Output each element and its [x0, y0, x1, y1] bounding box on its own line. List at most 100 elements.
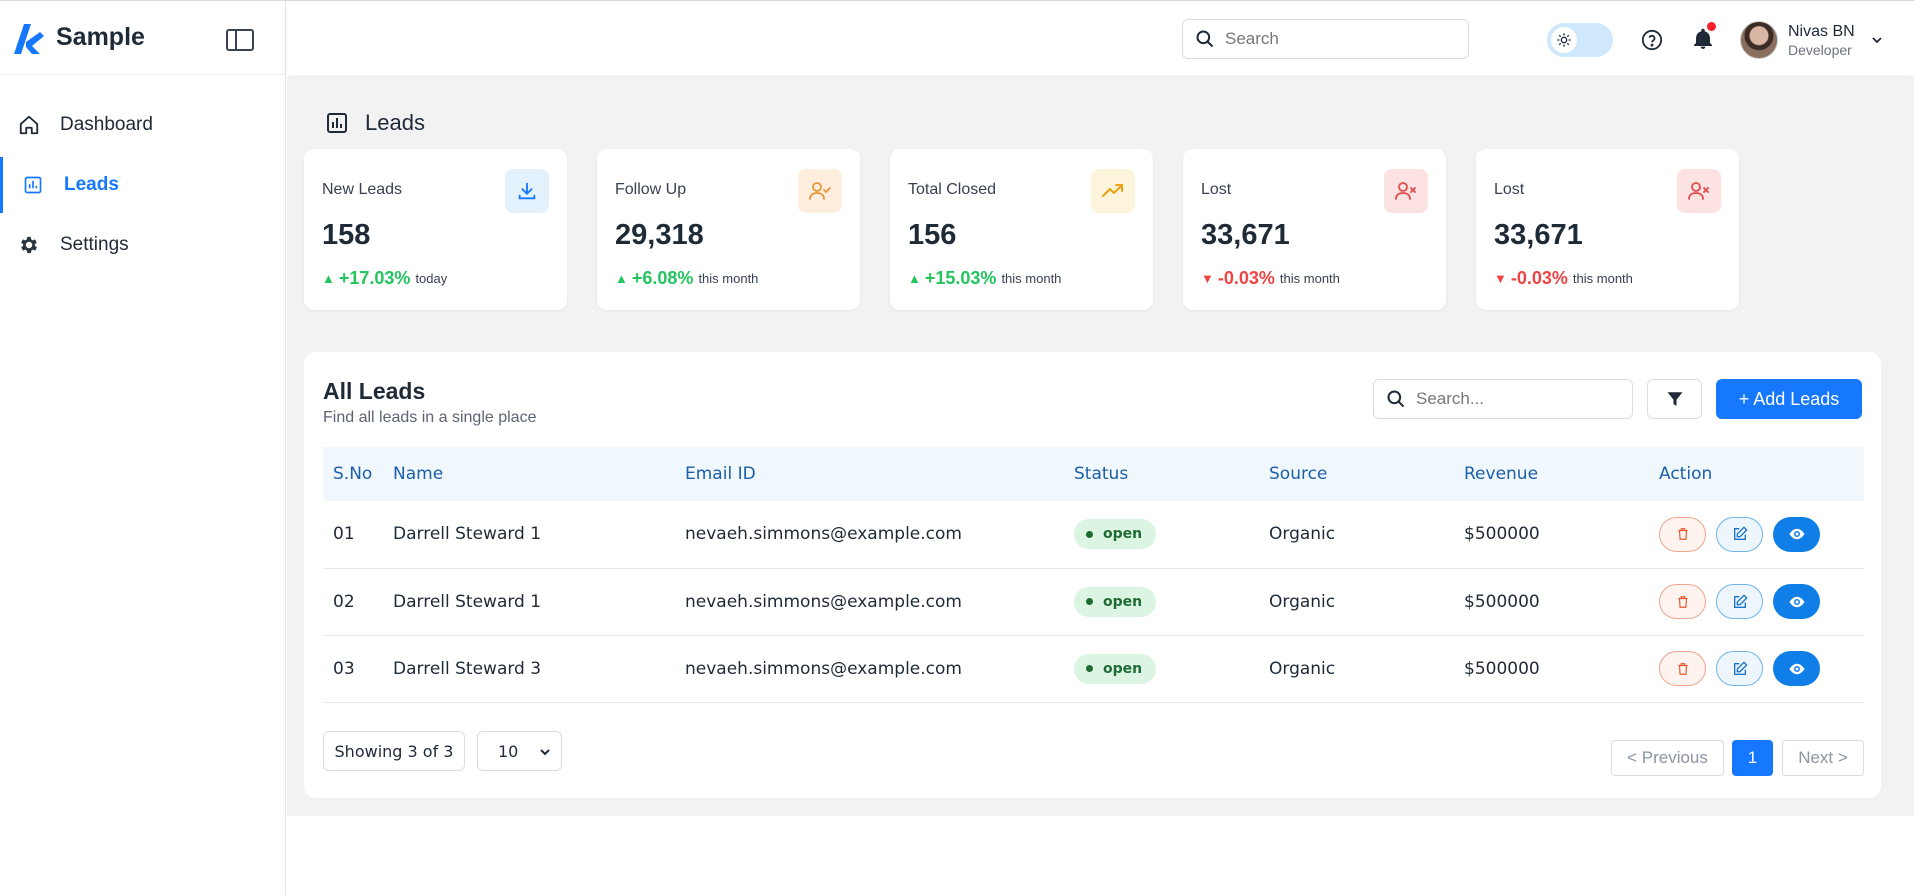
stat-value: 158: [322, 219, 371, 251]
sidebar-item-leads[interactable]: Leads: [0, 155, 285, 215]
status-text: open: [1103, 593, 1143, 610]
trash-icon: [1677, 662, 1688, 675]
sidebar-nav: Dashboard Leads Settings: [0, 95, 285, 275]
leads-table: S.No Name Email ID Status Source Revenue…: [323, 447, 1864, 703]
arrow-down-icon: ▼: [1494, 271, 1507, 286]
app-root: Sample Dashboard Leads Settings Search N…: [0, 0, 1914, 895]
cell-actions: [1659, 635, 1864, 703]
delete-button[interactable]: [1659, 516, 1706, 552]
eye-icon: [1789, 596, 1804, 607]
sidebar-item-label: Dashboard: [60, 114, 153, 135]
user-check-icon: [798, 169, 842, 213]
arrow-up-icon: ▲: [322, 271, 335, 286]
edit-button[interactable]: [1716, 651, 1763, 686]
column-header-email[interactable]: Email ID: [685, 447, 1074, 501]
edit-button[interactable]: [1716, 584, 1763, 619]
view-button[interactable]: [1773, 584, 1820, 619]
stat-period: this month: [1572, 271, 1633, 286]
user-name: Nivas BN: [1788, 22, 1855, 40]
add-leads-button[interactable]: + Add Leads: [1716, 379, 1862, 419]
cell-status: open: [1074, 568, 1269, 636]
page-size-value: 10: [498, 741, 519, 761]
cell-actions: [1659, 568, 1864, 636]
stat-trend: ▼ -0.03% this month: [1201, 268, 1428, 289]
edit-icon: [1733, 660, 1748, 675]
page-number-button[interactable]: 1: [1732, 740, 1773, 776]
row-actions: [1659, 584, 1864, 619]
stat-trend: ▲ +17.03% today: [322, 268, 549, 289]
brand-logo-icon: [14, 23, 44, 54]
eye-icon: [1789, 529, 1804, 540]
status-badge: open: [1074, 653, 1157, 684]
column-header-source[interactable]: Source: [1269, 447, 1464, 501]
user-x-icon: [1384, 169, 1428, 213]
stat-card-lost: Lost 33,671 ▼ -0.03% this month: [1476, 149, 1739, 310]
arrow-down-icon: ▼: [1201, 271, 1214, 286]
stat-value: 33,671: [1494, 219, 1583, 251]
cell-actions: [1659, 501, 1864, 569]
user-menu[interactable]: Nivas BN Developer: [1740, 20, 1883, 60]
cell-status: open: [1074, 501, 1269, 569]
search-icon: [1196, 30, 1214, 48]
previous-page-button[interactable]: < Previous: [1611, 740, 1724, 776]
panel-title: All Leads: [323, 378, 426, 404]
column-header-sno[interactable]: S.No: [323, 447, 393, 501]
delete-button[interactable]: [1659, 584, 1706, 619]
sidebar-item-settings[interactable]: Settings: [0, 215, 285, 275]
edit-button[interactable]: [1716, 516, 1763, 552]
next-page-button[interactable]: Next >: [1782, 740, 1864, 776]
help-icon[interactable]: [1641, 29, 1663, 51]
sidebar-item-dashboard[interactable]: Dashboard: [0, 95, 285, 155]
cell-name: Darrell Steward 1: [393, 568, 685, 636]
column-header-name[interactable]: Name: [393, 447, 685, 501]
stat-trend-value: +6.08%: [631, 268, 694, 288]
stat-card-follow-up: Follow Up 29,318 ▲ +6.08% this month: [597, 149, 860, 310]
status-dot: [1086, 598, 1093, 605]
topbar: Nivas BN Developer: [287, 1, 1914, 75]
trending-up-icon: [1091, 169, 1135, 213]
download-icon: [505, 169, 549, 213]
cell-name: Darrell Steward 3: [393, 635, 685, 703]
sidebar-collapse-button[interactable]: [226, 29, 254, 51]
stat-card-new-leads: New Leads 158 ▲ +17.03% today: [304, 149, 567, 310]
leads-search-input[interactable]: [1416, 389, 1616, 409]
delete-button[interactable]: [1659, 651, 1706, 686]
row-actions: [1659, 651, 1864, 686]
chevron-down-icon: [1872, 37, 1882, 44]
stat-value: 33,671: [1201, 219, 1290, 251]
status-badge: open: [1074, 586, 1157, 617]
global-search-input[interactable]: [1225, 29, 1445, 49]
theme-toggle[interactable]: [1547, 23, 1613, 57]
page-size-select[interactable]: 10: [477, 731, 562, 771]
cell-source: Organic: [1269, 568, 1464, 636]
stat-trend-value: -0.03%: [1217, 268, 1275, 288]
column-header-status[interactable]: Status: [1074, 447, 1269, 501]
view-button[interactable]: [1773, 516, 1820, 552]
column-header-revenue[interactable]: Revenue: [1464, 447, 1659, 501]
sidebar-item-label: Settings: [60, 234, 129, 255]
table-row[interactable]: 01 Darrell Steward 1 nevaeh.simmons@exam…: [323, 501, 1864, 569]
table-row[interactable]: 02 Darrell Steward 1 nevaeh.simmons@exam…: [323, 568, 1864, 636]
stat-value: 29,318: [615, 219, 704, 251]
stat-card-total-closed: Total Closed 156 ▲ +15.03% this month: [890, 149, 1153, 310]
stat-trend-value: +17.03%: [338, 268, 411, 288]
leads-search[interactable]: [1373, 379, 1633, 419]
cell-email: nevaeh.simmons@example.com: [685, 635, 1074, 703]
cell-status: open: [1074, 635, 1269, 703]
edit-icon: [1733, 593, 1748, 608]
table-header-row: S.No Name Email ID Status Source Revenue…: [323, 447, 1864, 501]
cell-sno: 01: [323, 501, 393, 569]
cell-revenue: $500000: [1464, 501, 1659, 569]
sidebar: Sample Dashboard Leads Settings: [0, 1, 286, 895]
cell-email: nevaeh.simmons@example.com: [685, 568, 1074, 636]
filter-button[interactable]: [1647, 379, 1702, 419]
stat-period: this month: [698, 271, 759, 286]
stat-card-lost: Lost 33,671 ▼ -0.03% this month: [1183, 149, 1446, 310]
view-button[interactable]: [1773, 651, 1820, 686]
status-dot: [1086, 665, 1093, 672]
avatar: [1740, 21, 1778, 59]
column-header-action: Action: [1659, 447, 1864, 501]
table-row[interactable]: 03 Darrell Steward 3 nevaeh.simmons@exam…: [323, 635, 1864, 703]
global-search[interactable]: [1182, 19, 1469, 59]
showing-count: Showing 3 of 3: [323, 731, 465, 771]
